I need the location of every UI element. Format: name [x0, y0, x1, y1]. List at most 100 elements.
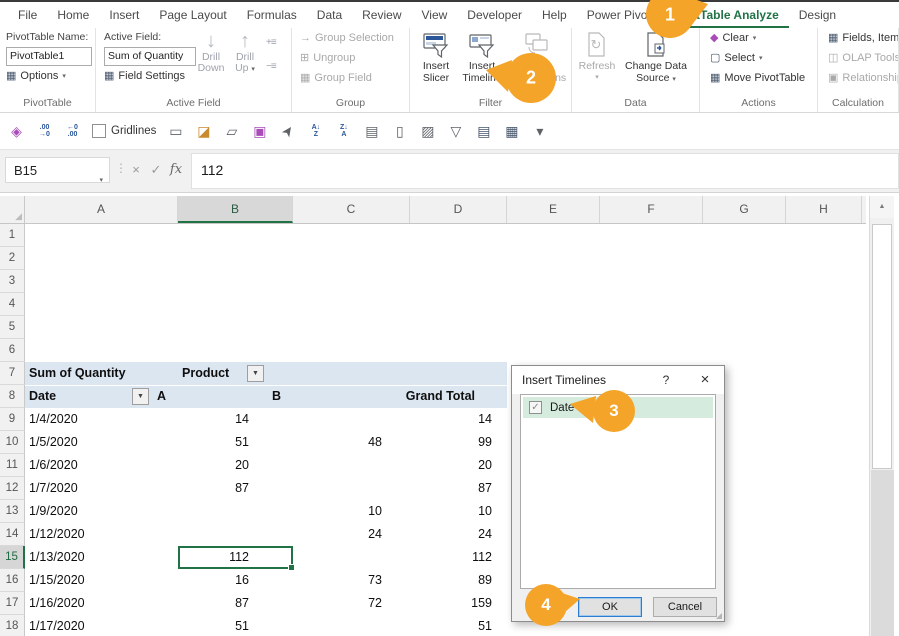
- scrollbar-track[interactable]: [871, 470, 894, 636]
- row-header-5[interactable]: 5: [0, 316, 25, 339]
- move-pivottable-button[interactable]: ▦ Move PivotTable: [710, 72, 805, 84]
- sort-descending-icon[interactable]: Z↓A: [335, 124, 352, 138]
- pivot-date-cell-A11[interactable]: 1/6/2020: [29, 454, 78, 477]
- save-icon[interactable]: ▣: [251, 124, 268, 138]
- pivot-date-cell-A9[interactable]: 1/4/2020: [29, 408, 78, 431]
- table-icon[interactable]: ▦: [503, 124, 520, 138]
- pivot-date-cell-A16[interactable]: 1/15/2020: [29, 569, 85, 592]
- column-header-B[interactable]: B: [178, 196, 293, 223]
- tab-data[interactable]: Data: [307, 2, 352, 28]
- pivot-col-header-a[interactable]: A: [157, 385, 166, 408]
- cancel-button[interactable]: Cancel: [653, 597, 717, 617]
- cancel-entry-icon[interactable]: ×: [126, 157, 146, 183]
- pivot-value-cell-B16[interactable]: 16: [178, 569, 249, 592]
- tab-file[interactable]: File: [8, 2, 47, 28]
- row-header-9[interactable]: 9: [0, 408, 25, 431]
- pivot-date-cell-A17[interactable]: 1/16/2020: [29, 592, 85, 615]
- tab-help[interactable]: Help: [532, 2, 577, 28]
- cursor-icon[interactable]: ➤: [277, 120, 298, 142]
- sheet-grid[interactable]: Sum of Quantity Product ▼ Date ▼ A B Gra…: [0, 224, 866, 636]
- pivot-col-header-b[interactable]: B: [272, 385, 281, 408]
- ungroup-button[interactable]: ⊞ Ungroup: [300, 52, 355, 64]
- tab-view[interactable]: View: [412, 2, 458, 28]
- pivot-date-cell-A10[interactable]: 1/5/2020: [29, 431, 78, 454]
- pivot-value-cell-B9[interactable]: 14: [178, 408, 249, 431]
- close-icon[interactable]: ×: [694, 370, 716, 390]
- pivot-value-cell-B10[interactable]: 51: [178, 431, 249, 454]
- column-header-A[interactable]: A: [25, 196, 178, 223]
- tab-insert[interactable]: Insert: [99, 2, 149, 28]
- tab-home[interactable]: Home: [47, 2, 99, 28]
- name-box[interactable]: B15 ▾: [5, 157, 110, 183]
- new-sheet-icon[interactable]: ▯: [391, 124, 408, 138]
- tab-page-layout[interactable]: Page Layout: [149, 2, 236, 28]
- tab-review[interactable]: Review: [352, 2, 411, 28]
- date-filter-dropdown[interactable]: ▼: [132, 388, 149, 405]
- field-settings-button[interactable]: ▦ Field Settings: [104, 70, 185, 82]
- pivot-row-field-cell[interactable]: Date: [29, 385, 56, 408]
- olap-tools-button[interactable]: ◫ OLAP Tools ▾: [828, 52, 899, 64]
- row-header-11[interactable]: 11: [0, 454, 25, 477]
- format-painter-icon[interactable]: ◪: [195, 124, 212, 138]
- row-header-14[interactable]: 14: [0, 523, 25, 546]
- filter-icon[interactable]: ▽: [447, 124, 464, 138]
- pivot-total-cell-D9[interactable]: 14: [410, 408, 492, 431]
- row-header-15[interactable]: 15: [0, 546, 25, 569]
- relationships-button[interactable]: ▣ Relationships: [828, 72, 899, 84]
- row-header-12[interactable]: 12: [0, 477, 25, 500]
- form-icon[interactable]: ▤: [475, 124, 492, 138]
- pivot-total-cell-D12[interactable]: 87: [410, 477, 492, 500]
- eraser-icon[interactable]: ◈: [8, 124, 25, 138]
- enter-entry-icon[interactable]: ✓: [146, 157, 166, 183]
- product-filter-dropdown[interactable]: ▼: [247, 365, 264, 382]
- resize-grip-icon[interactable]: ◢: [716, 611, 722, 620]
- pivot-total-cell-D10[interactable]: 99: [410, 431, 492, 454]
- formula-input[interactable]: 112: [191, 153, 899, 189]
- row-header-4[interactable]: 4: [0, 293, 25, 316]
- drill-up-button[interactable]: ↑ Drill Up ▾: [228, 30, 262, 75]
- decrease-decimal-icon[interactable]: ←0.00: [64, 124, 81, 138]
- pivot-column-field-cell[interactable]: Product: [182, 362, 229, 385]
- pivot-value-cell-C14[interactable]: 24: [293, 523, 382, 546]
- scrollbar-thumb[interactable]: [872, 224, 892, 469]
- row-header-1[interactable]: 1: [0, 224, 25, 247]
- vertical-scrollbar[interactable]: ▲: [869, 196, 894, 636]
- insert-slicer-button[interactable]: Insert Slicer: [414, 30, 458, 84]
- pivot-value-cell-B17[interactable]: 87: [178, 592, 249, 615]
- help-icon[interactable]: ?: [657, 371, 675, 389]
- pivot-total-cell-D13[interactable]: 10: [410, 500, 492, 523]
- tab-developer[interactable]: Developer: [457, 2, 532, 28]
- row-header-10[interactable]: 10: [0, 431, 25, 454]
- pivot-value-cell-B15[interactable]: 112: [178, 546, 249, 569]
- pivot-date-cell-A18[interactable]: 1/17/2020: [29, 615, 85, 636]
- insert-function-icon[interactable]: fx: [166, 157, 186, 183]
- pivot-date-cell-A15[interactable]: 1/13/2020: [29, 546, 85, 569]
- row-header-8[interactable]: 8: [0, 385, 25, 408]
- open-folder-icon[interactable]: ▱: [223, 124, 240, 138]
- scroll-up-icon[interactable]: ▲: [870, 196, 894, 218]
- active-field-input[interactable]: Sum of Quantity: [104, 47, 196, 66]
- pivot-value-cell-C10[interactable]: 48: [293, 431, 382, 454]
- pivot-grand-total-header[interactable]: Grand Total: [385, 385, 475, 408]
- increase-decimal-icon[interactable]: .00→0: [36, 124, 53, 138]
- row-header-17[interactable]: 17: [0, 592, 25, 615]
- pivot-date-cell-A14[interactable]: 1/12/2020: [29, 523, 85, 546]
- pivot-value-cell-C16[interactable]: 73: [293, 569, 382, 592]
- group-selection-button[interactable]: → Group Selection: [300, 32, 394, 44]
- pivot-total-cell-D14[interactable]: 24: [410, 523, 492, 546]
- row-header-7[interactable]: 7: [0, 362, 25, 385]
- row-header-3[interactable]: 3: [0, 270, 25, 293]
- column-header-E[interactable]: E: [507, 196, 600, 223]
- collapse-field-button[interactable]: −≡: [266, 62, 276, 72]
- group-field-button[interactable]: ▦ Group Field: [300, 72, 372, 84]
- pivot-total-cell-D16[interactable]: 89: [410, 569, 492, 592]
- pivot-total-cell-D18[interactable]: 51: [410, 615, 492, 636]
- pivot-measure-cell[interactable]: Sum of Quantity: [29, 362, 126, 385]
- column-header-D[interactable]: D: [410, 196, 507, 223]
- book-icon[interactable]: ▤: [363, 124, 380, 138]
- column-header-C[interactable]: C: [293, 196, 410, 223]
- column-header-H[interactable]: H: [786, 196, 862, 223]
- tab-design[interactable]: Design: [789, 2, 846, 28]
- options-button[interactable]: ▦ Options ▾: [6, 70, 66, 82]
- pivottable-name-input[interactable]: PivotTable1: [6, 47, 92, 66]
